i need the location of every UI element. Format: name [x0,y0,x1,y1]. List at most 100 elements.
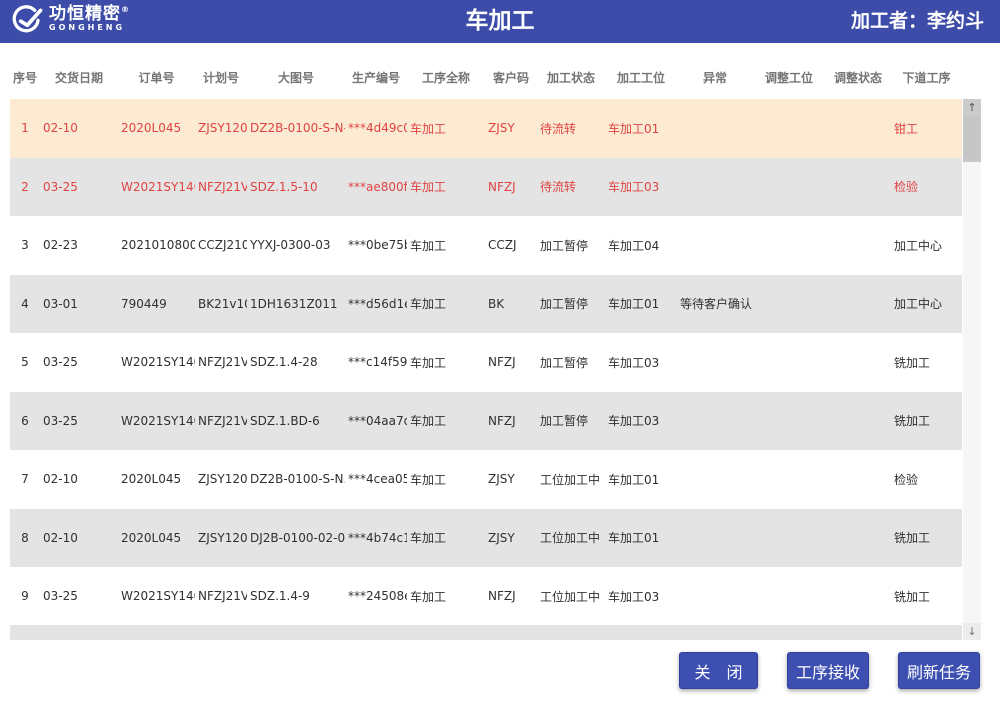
table-cell [753,333,825,392]
scroll-down-button[interactable]: ↓ [963,623,981,640]
table-cell: 车加工 [407,333,485,392]
table-cell: BK [485,275,537,334]
table-cell: 铣加工 [891,392,962,451]
column-header: 加工工位 [605,55,677,99]
table-cell [825,333,891,392]
table-cell: 车加工 [407,392,485,451]
table-cell: 02-23 [40,216,118,275]
table-row[interactable]: 102-102020L045ZJSY1201DZ2B-0100-S-N-***4… [10,99,962,158]
table-cell: 加工暂停 [537,392,605,451]
table-cell: 03-01 [40,275,118,334]
table-cell: ZJSY [485,509,537,568]
table-cell [677,99,753,158]
table-cell: 车加工01 [605,509,677,568]
table-cell: 车加工03 [605,567,677,626]
column-header: 计划号 [195,55,247,99]
table-row[interactable]: 702-102020L045ZJSY1201DZ2B-0100-S-N.1***… [10,450,962,509]
table-cell: 车加工04 [605,216,677,275]
table-cell: 2020L045 [118,509,195,568]
table-cell: CCZJ [485,216,537,275]
table-cell: 车加工03 [605,392,677,451]
process-accept-button[interactable]: 工序接收 [787,652,869,689]
table-cell: 3 [10,216,40,275]
down-arrow-icon: ↓ [967,625,976,638]
table-cell: 加工中心 [891,216,962,275]
table-row[interactable]: 603-25W2021SY140NFZJ21V:SDZ.1.BD-6***04a… [10,392,962,451]
table-cell [753,392,825,451]
table-cell [753,450,825,509]
table-cell: 加工暂停 [537,333,605,392]
table-row[interactable]: 302-23202101080011CCZJ2104YYXJ-0300-03**… [10,216,962,275]
vertical-scrollbar[interactable]: ↑ ↓ [963,99,981,640]
table-cell: 1 [10,99,40,158]
table-cell: 等待客户确认 [677,275,753,334]
table-cell: 工位加工中 [537,567,605,626]
table-cell [677,509,753,568]
table-row[interactable]: 903-25W2021SY140NFZJ21V:SDZ.1.4-9***2450… [10,567,962,626]
table-cell: 2 [10,158,40,217]
table-cell: NFZJ [485,333,537,392]
table-cell: SDZ.1.4-28 [247,333,345,392]
table-cell: 03-25 [40,158,118,217]
table-cell [825,567,891,626]
table-cell: 待流转 [537,99,605,158]
table-cell [753,567,825,626]
table-cell: ***0be75b63 [345,216,407,275]
column-header: 序号 [10,55,40,99]
table-cell [753,99,825,158]
table-cell: SDZ.1.5-10 [247,158,345,217]
table-cell: YYXJ-0300-03 [247,216,345,275]
table-cell: NFZJ [485,567,537,626]
column-header: 异常 [677,55,753,99]
table-cell: 车加工01 [605,99,677,158]
table-cell: ZJSY [485,99,537,158]
partial-next-row [10,625,962,640]
table-cell: ***4b74c15b [345,509,407,568]
table-cell: DZ2B-0100-S-N.1 [247,450,345,509]
table-cell [677,392,753,451]
column-header: 调整工位 [753,55,825,99]
table-cell: SDZ.1.BD-6 [247,392,345,451]
table-cell: 检验 [891,450,962,509]
table-cell: NFZJ21V: [195,333,247,392]
table-cell: 车加工 [407,275,485,334]
table-cell: 车加工03 [605,158,677,217]
table-cell: 车加工01 [605,275,677,334]
table-body: 102-102020L045ZJSY1201DZ2B-0100-S-N-***4… [10,99,962,626]
table-cell [825,450,891,509]
table-cell: 待流转 [537,158,605,217]
table-row[interactable]: 203-25W2021SY140NFZJ21V:SDZ.1.5-10***ae8… [10,158,962,217]
column-header: 客户码 [485,55,537,99]
table-row[interactable]: 503-25W2021SY140NFZJ21V:SDZ.1.4-28***c14… [10,333,962,392]
table-cell: 5 [10,333,40,392]
footer-actions: 关 闭 工序接收 刷新任务 [0,652,980,689]
table-cell: ***4d49c043 [345,99,407,158]
table-cell: CCZJ2104 [195,216,247,275]
table-cell [677,333,753,392]
table-cell: 03-25 [40,392,118,451]
table-cell: 03-25 [40,567,118,626]
column-header: 调整状态 [825,55,891,99]
scroll-up-button[interactable]: ↑ [963,99,981,116]
table-cell: NFZJ [485,392,537,451]
table-cell: ***d56d1e26 [345,275,407,334]
refresh-tasks-button[interactable]: 刷新任务 [898,652,980,689]
table-cell [825,509,891,568]
table-row[interactable]: 403-01790449BK21v1021DH1631Z011***d56d1e… [10,275,962,334]
table-cell: W2021SY140 [118,158,195,217]
title-bar: 功恒精密® GONGHENG 车加工 加工者：李约斗 [0,0,1000,43]
close-button[interactable]: 关 闭 [679,652,758,689]
table-cell: NFZJ21V: [195,567,247,626]
table-cell: 03-25 [40,333,118,392]
scrollbar-thumb[interactable] [963,116,981,162]
table-cell: W2021SY140 [118,392,195,451]
table-cell [677,567,753,626]
table-cell: 202101080011 [118,216,195,275]
table-cell [753,158,825,217]
table-cell: 车加工 [407,450,485,509]
column-header: 订单号 [118,55,195,99]
table-row[interactable]: 802-102020L045ZJSY1201DJ2B-0100-02-03***… [10,509,962,568]
table-cell [753,509,825,568]
table-cell: 02-10 [40,509,118,568]
table-cell: ZJSY1201 [195,509,247,568]
